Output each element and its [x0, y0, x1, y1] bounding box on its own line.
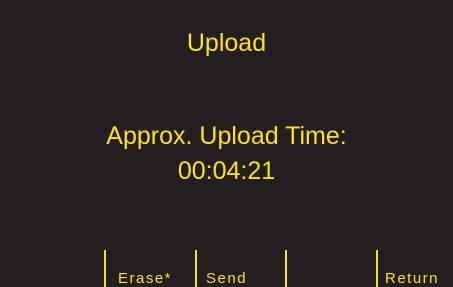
softkey-divider	[285, 250, 287, 287]
send-softkey[interactable]: Send	[206, 270, 247, 287]
upload-time-label: Approx. Upload Time:	[106, 122, 347, 150]
screen-title: Upload	[186, 29, 267, 57]
return-softkey[interactable]: Return	[385, 270, 439, 287]
softkey-divider	[195, 250, 197, 287]
softkey-divider	[376, 250, 378, 287]
upload-time-value: 00:04:21	[177, 157, 276, 185]
softkey-bar: Erase* Send Return	[0, 245, 453, 287]
erase-softkey[interactable]: Erase*	[118, 270, 172, 287]
softkey-divider	[104, 250, 106, 287]
upload-screen: Upload Approx. Upload Time: 00:04:21 Era…	[0, 0, 453, 287]
